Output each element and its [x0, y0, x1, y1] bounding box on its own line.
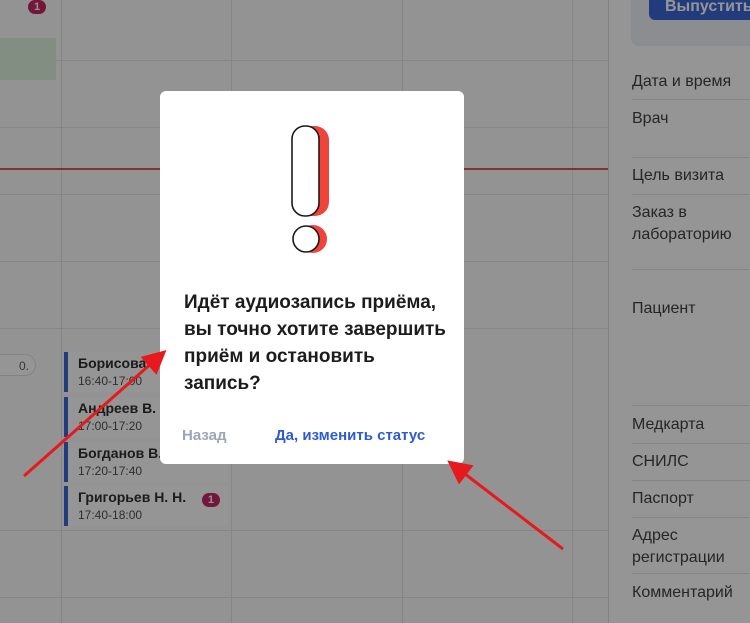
- confirm-change-status-button[interactable]: Да, изменить статус: [275, 427, 425, 444]
- exclamation-icon: [291, 125, 333, 255]
- back-button[interactable]: Назад: [182, 427, 226, 444]
- confirm-dialog: Идёт аудиозапись приёма, вы точно хотите…: [160, 91, 464, 464]
- dialog-message: Идёт аудиозапись приёма, вы точно хотите…: [184, 292, 446, 394]
